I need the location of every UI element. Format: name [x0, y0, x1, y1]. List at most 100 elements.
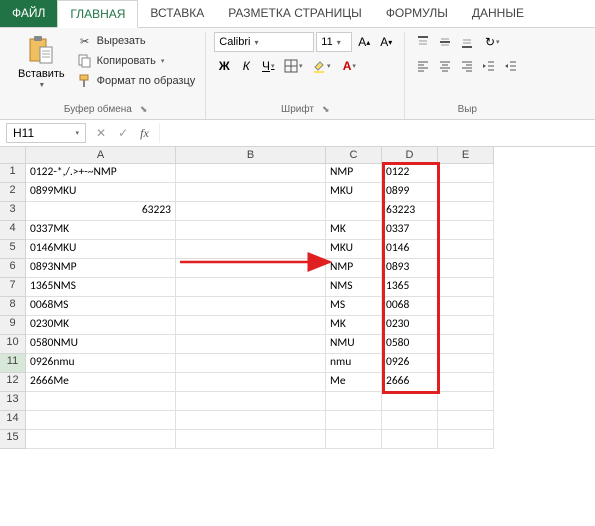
cell[interactable]: [438, 297, 494, 316]
cell[interactable]: [176, 373, 326, 392]
cell[interactable]: [438, 240, 494, 259]
cell[interactable]: NMP: [326, 164, 382, 183]
cell[interactable]: 0068: [382, 297, 438, 316]
tab-formulas[interactable]: ФОРМУЛЫ: [374, 0, 460, 27]
cell[interactable]: [438, 202, 494, 221]
cell[interactable]: 0337MK: [26, 221, 176, 240]
row-header[interactable]: 7: [0, 278, 26, 297]
cell[interactable]: [26, 411, 176, 430]
cell[interactable]: [438, 316, 494, 335]
paste-button[interactable]: Вставить ▼: [14, 32, 69, 91]
tab-insert[interactable]: ВСТАВКА: [138, 0, 216, 27]
cell[interactable]: [382, 411, 438, 430]
tab-home[interactable]: ГЛАВНАЯ: [57, 0, 138, 28]
cell[interactable]: [176, 221, 326, 240]
row-header[interactable]: 5: [0, 240, 26, 259]
cell[interactable]: NMS: [326, 278, 382, 297]
cell[interactable]: 1365NMS: [26, 278, 176, 297]
cell[interactable]: 0122-*,/.>+-~NMP: [26, 164, 176, 183]
cell[interactable]: [438, 430, 494, 449]
fx-icon[interactable]: fx: [140, 126, 149, 141]
row-header[interactable]: 15: [0, 430, 26, 449]
cell[interactable]: MKU: [326, 240, 382, 259]
font-size-select[interactable]: 11▾: [316, 32, 352, 52]
increase-indent-button[interactable]: [501, 56, 521, 76]
increase-font-button[interactable]: A▴: [354, 32, 374, 52]
cell[interactable]: [438, 278, 494, 297]
row-header[interactable]: 2: [0, 183, 26, 202]
row-header[interactable]: 9: [0, 316, 26, 335]
row-header[interactable]: 11: [0, 354, 26, 373]
dialog-launcher-icon[interactable]: ⬊: [322, 104, 330, 115]
cell[interactable]: [326, 202, 382, 221]
cell[interactable]: [326, 430, 382, 449]
cell[interactable]: [176, 278, 326, 297]
cell[interactable]: [438, 183, 494, 202]
select-all-corner[interactable]: [0, 147, 26, 164]
cell[interactable]: NMU: [326, 335, 382, 354]
copy-button[interactable]: Копировать ▾: [75, 52, 198, 70]
cut-button[interactable]: ✂ Вырезать: [75, 32, 198, 50]
row-header[interactable]: 12: [0, 373, 26, 392]
cell[interactable]: 0926: [382, 354, 438, 373]
cell[interactable]: 0146MKU: [26, 240, 176, 259]
cell[interactable]: [176, 183, 326, 202]
cell[interactable]: [176, 335, 326, 354]
cell[interactable]: 0580: [382, 335, 438, 354]
align-top-button[interactable]: [413, 32, 433, 52]
tab-page-layout[interactable]: РАЗМЕТКА СТРАНИЦЫ: [216, 0, 374, 27]
row-header[interactable]: 8: [0, 297, 26, 316]
align-bottom-button[interactable]: [457, 32, 477, 52]
cell[interactable]: [438, 354, 494, 373]
cell[interactable]: 2666Me: [26, 373, 176, 392]
row-header[interactable]: 10: [0, 335, 26, 354]
cell[interactable]: [176, 240, 326, 259]
cell[interactable]: 0899MKU: [26, 183, 176, 202]
cell[interactable]: 63223: [26, 202, 176, 221]
cell[interactable]: [176, 354, 326, 373]
formula-input[interactable]: [159, 123, 589, 143]
cell[interactable]: [176, 297, 326, 316]
decrease-indent-button[interactable]: [479, 56, 499, 76]
cell[interactable]: [176, 430, 326, 449]
row-header[interactable]: 3: [0, 202, 26, 221]
borders-button[interactable]: ▾: [280, 56, 306, 76]
col-header-C[interactable]: C: [326, 147, 382, 164]
cell[interactable]: [438, 221, 494, 240]
tab-data[interactable]: ДАННЫЕ: [460, 0, 536, 27]
row-header[interactable]: 1: [0, 164, 26, 183]
cell[interactable]: 0337: [382, 221, 438, 240]
cell[interactable]: [176, 411, 326, 430]
orientation-button[interactable]: ↻▾: [479, 32, 505, 52]
font-color-button[interactable]: A▾: [336, 56, 362, 76]
cell[interactable]: 0122: [382, 164, 438, 183]
col-header-B[interactable]: B: [176, 147, 326, 164]
align-center-button[interactable]: [435, 56, 455, 76]
cell[interactable]: [326, 392, 382, 411]
cell[interactable]: [326, 411, 382, 430]
cell[interactable]: Me: [326, 373, 382, 392]
cell[interactable]: 0230MK: [26, 316, 176, 335]
cell[interactable]: [382, 430, 438, 449]
format-painter-button[interactable]: Формат по образцу: [75, 72, 198, 90]
italic-button[interactable]: К: [236, 56, 256, 76]
row-header[interactable]: 6: [0, 259, 26, 278]
cell[interactable]: [176, 202, 326, 221]
cell[interactable]: 1365: [382, 278, 438, 297]
underline-button[interactable]: Ч▾: [258, 56, 278, 76]
cell[interactable]: [176, 316, 326, 335]
align-right-button[interactable]: [457, 56, 477, 76]
cell[interactable]: [26, 430, 176, 449]
cell[interactable]: [438, 259, 494, 278]
align-left-button[interactable]: [413, 56, 433, 76]
cell[interactable]: 0893: [382, 259, 438, 278]
col-header-E[interactable]: E: [438, 147, 494, 164]
cell[interactable]: 0146: [382, 240, 438, 259]
cell[interactable]: [26, 392, 176, 411]
row-header[interactable]: 4: [0, 221, 26, 240]
cancel-icon[interactable]: ✕: [96, 126, 106, 140]
cell[interactable]: [176, 164, 326, 183]
font-name-select[interactable]: Calibri▾: [214, 32, 314, 52]
cell[interactable]: [438, 164, 494, 183]
cell[interactable]: [176, 392, 326, 411]
